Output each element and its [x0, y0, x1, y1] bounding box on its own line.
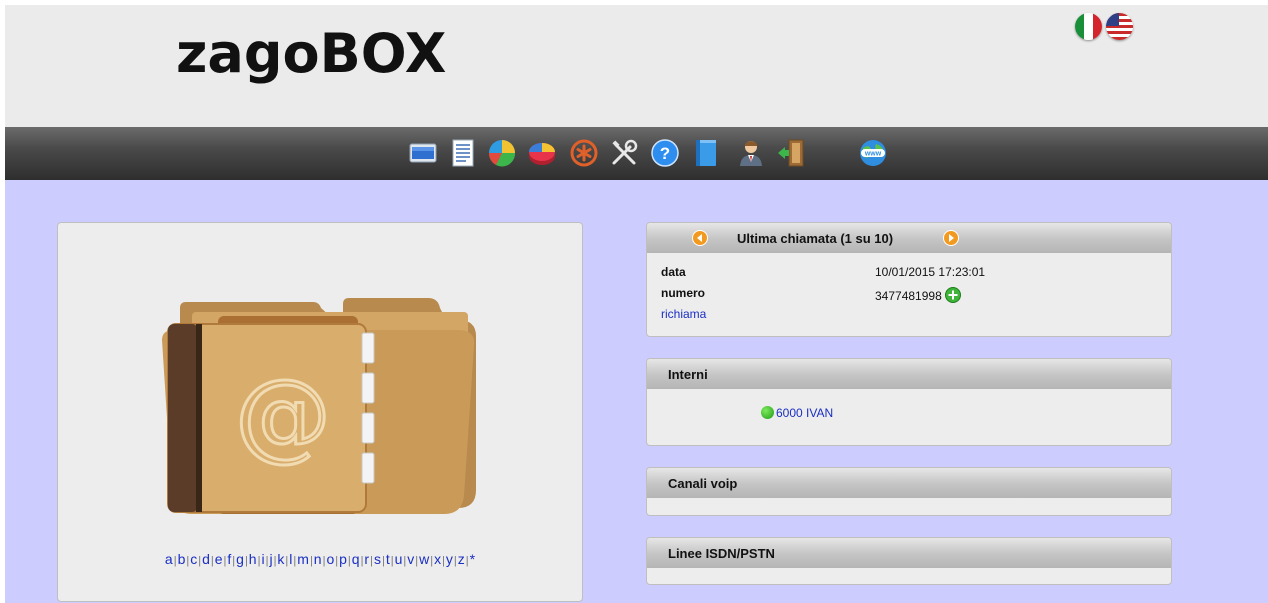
letter-link-all[interactable]: * — [470, 551, 475, 567]
next-arrow-icon[interactable] — [943, 230, 959, 246]
isdn-lines-panel: Linee ISDN/PSTN — [646, 537, 1172, 585]
www-globe-icon[interactable]: www — [857, 137, 889, 169]
usa-flag-icon[interactable] — [1106, 13, 1133, 40]
voip-title: Canali voip — [668, 476, 738, 491]
app-logo: zagoBOX — [176, 22, 447, 85]
recall-link[interactable]: richiama — [661, 307, 706, 321]
document-list-icon[interactable] — [447, 137, 479, 169]
address-book-folder-icon[interactable]: @ — [158, 278, 478, 518]
pie-chart-icon[interactable] — [486, 137, 518, 169]
number-label: numero — [661, 286, 706, 300]
voip-header: Canali voip — [647, 468, 1171, 498]
alphabet-index: a|b|c|d|e|f|g|h|i|j|k|l|m|n|o|p|q|r|s|t|… — [66, 550, 574, 570]
online-status-icon — [761, 406, 774, 419]
monitor-icon[interactable] — [407, 137, 439, 169]
notebook-icon[interactable] — [689, 137, 721, 169]
extension-item[interactable]: 6000 IVAN — [761, 406, 833, 420]
last-call-panel: Ultima chiamata (1 su 10) data 10/01/201… — [646, 222, 1172, 337]
extensions-header: Interni — [647, 359, 1171, 389]
svg-text:@: @ — [235, 359, 331, 471]
last-call-header: Ultima chiamata (1 su 10) — [647, 223, 1171, 253]
letter-link-p[interactable]: p — [339, 551, 347, 567]
extension-label: 6000 IVAN — [776, 406, 834, 420]
address-book-panel: @ a|b|c|d|e|f|g|h|i|j|k|l|m|n|o|p|q|r|s|… — [57, 222, 583, 602]
letter-link-m[interactable]: m — [297, 551, 309, 567]
number-value-row: 3477481998 — [875, 287, 961, 306]
toolbar: ? www — [5, 127, 1268, 180]
svg-text:www: www — [864, 151, 882, 158]
header: zagoBOX — [5, 5, 1268, 127]
asterisk-icon[interactable] — [568, 137, 600, 169]
add-contact-icon[interactable] — [944, 287, 961, 306]
user-icon[interactable] — [735, 137, 767, 169]
letter-link-z[interactable]: z — [458, 551, 465, 567]
letter-link-x[interactable]: x — [434, 551, 441, 567]
letter-link-s[interactable]: s — [374, 551, 381, 567]
isdn-title: Linee ISDN/PSTN — [668, 546, 775, 561]
tools-icon[interactable] — [608, 137, 640, 169]
pie-chart-3d-icon[interactable] — [526, 137, 558, 169]
date-label: data — [661, 265, 686, 279]
help-icon[interactable]: ? — [649, 137, 681, 169]
svg-text:?: ? — [660, 144, 670, 163]
letter-link-q[interactable]: q — [352, 551, 360, 567]
date-value: 10/01/2015 17:23:01 — [875, 265, 986, 279]
letter-link-e[interactable]: e — [215, 551, 223, 567]
letter-link-g[interactable]: g — [236, 551, 244, 567]
letter-link-n[interactable]: n — [314, 551, 322, 567]
letter-link-h[interactable]: h — [249, 551, 257, 567]
previous-arrow-icon[interactable] — [692, 230, 708, 246]
italy-flag-icon[interactable] — [1075, 13, 1102, 40]
main-content: @ a|b|c|d|e|f|g|h|i|j|k|l|m|n|o|p|q|r|s|… — [5, 180, 1268, 603]
logout-door-icon[interactable] — [775, 137, 807, 169]
extensions-title: Interni — [668, 367, 708, 382]
letter-link-d[interactable]: d — [202, 551, 210, 567]
number-value: 3477481998 — [875, 289, 942, 303]
letter-link-a[interactable]: a — [165, 551, 173, 567]
last-call-title: Ultima chiamata (1 su 10) — [737, 231, 894, 246]
letter-link-y[interactable]: y — [446, 551, 453, 567]
letter-link-w[interactable]: w — [419, 551, 429, 567]
extensions-panel: Interni 6000 IVAN — [646, 358, 1172, 446]
isdn-header: Linee ISDN/PSTN — [647, 538, 1171, 568]
voip-channels-panel: Canali voip — [646, 467, 1172, 516]
